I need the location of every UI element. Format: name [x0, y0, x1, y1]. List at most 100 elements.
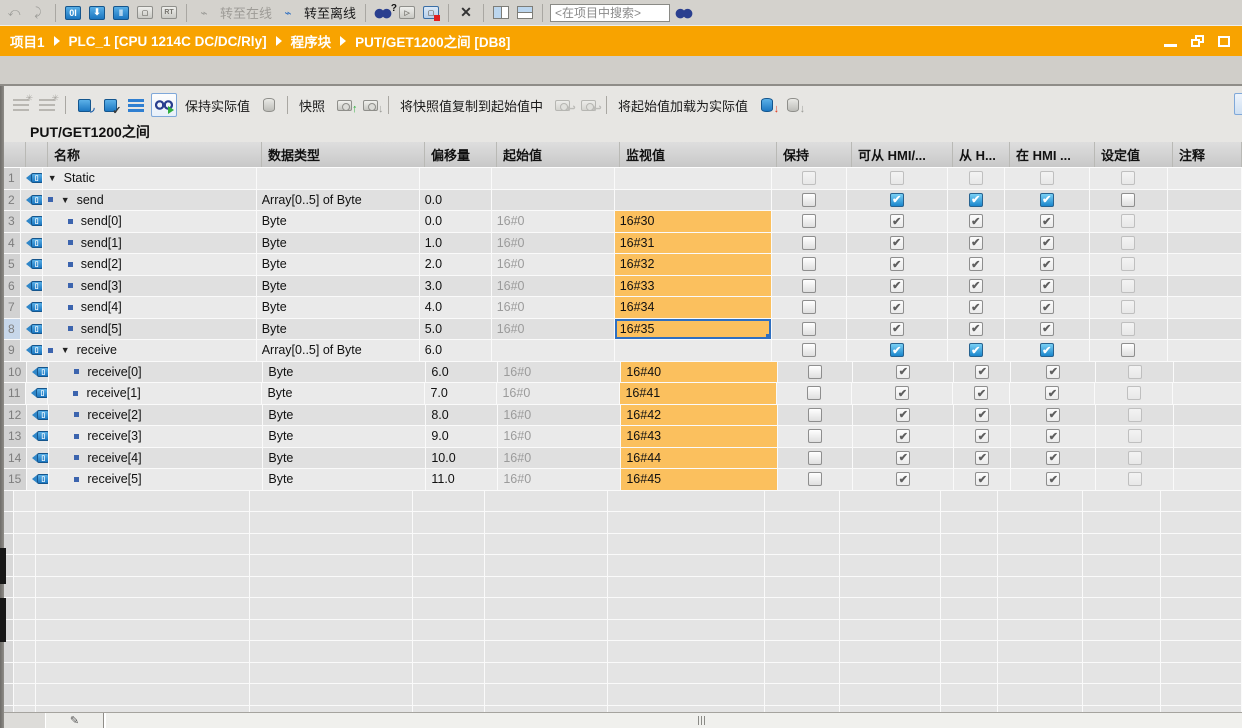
cell-monitor-value[interactable]: 16#31 — [615, 233, 772, 255]
retain-checkbox[interactable] — [802, 300, 816, 314]
hmi-writable-checkbox[interactable]: ✔ — [975, 472, 989, 486]
hmi-accessible-checkbox[interactable]: ✔ — [896, 429, 910, 443]
hmi-accessible-checkbox[interactable]: ✔ — [890, 257, 904, 271]
cell-start-value[interactable]: 16#0 — [498, 405, 621, 427]
expand-collapse-icon[interactable]: ▼ — [61, 195, 70, 205]
retain-checkbox[interactable] — [802, 236, 816, 250]
retain-checkbox[interactable] — [808, 429, 822, 443]
snapshot-download-icon[interactable]: ↓ — [359, 94, 381, 116]
hmi-accessible-checkbox[interactable]: ✔ — [890, 236, 904, 250]
header-name[interactable]: 名称 — [48, 142, 262, 167]
cell-start-value[interactable]: 16#0 — [492, 319, 615, 341]
header-hmi-accessible[interactable]: 可从 HMI/... — [852, 142, 953, 167]
hmi-visible-checkbox[interactable]: ✔ — [1040, 300, 1054, 314]
cell-monitor-value[interactable]: 16#44 — [621, 448, 778, 470]
header-offset[interactable]: 偏移量 — [425, 142, 497, 167]
hmi-visible-checkbox[interactable]: ✔ — [1040, 236, 1054, 250]
retain-checkbox[interactable] — [808, 451, 822, 465]
monitor-all-toggle[interactable] — [151, 93, 177, 117]
hmi-accessible-checkbox[interactable] — [890, 171, 904, 185]
cell-comment[interactable] — [1168, 254, 1242, 276]
cell-name[interactable]: receive[4] — [49, 448, 263, 470]
hmi-accessible-checkbox[interactable]: ✔ — [896, 365, 910, 379]
hmi-accessible-checkbox[interactable]: ✔ — [896, 408, 910, 422]
cell-comment[interactable] — [1168, 233, 1242, 255]
cell-comment[interactable] — [1174, 362, 1242, 384]
cell-datatype[interactable]: Byte — [263, 469, 426, 491]
keep-actual-values-label[interactable]: 保持实际值 — [181, 96, 254, 115]
maximize-icon[interactable] — [1218, 36, 1230, 47]
cell-datatype[interactable]: Byte — [263, 405, 426, 427]
cell-comment[interactable] — [1174, 426, 1242, 448]
cell-comment[interactable] — [1168, 297, 1242, 319]
hmi-accessible-checkbox[interactable]: ✔ — [890, 300, 904, 314]
retain-checkbox[interactable] — [802, 343, 816, 357]
hmi-writable-checkbox[interactable]: ✔ — [975, 451, 989, 465]
download-to-device-icon[interactable]: ⬇ — [87, 3, 107, 23]
cell-name[interactable]: receive[3] — [49, 426, 263, 448]
hmi-accessible-checkbox[interactable]: ✔ — [890, 343, 904, 357]
header-monitor-value[interactable]: 监视值 — [620, 142, 777, 167]
cell-datatype[interactable]: Byte — [263, 362, 426, 384]
hmi-accessible-checkbox[interactable]: ✔ — [890, 193, 904, 207]
setpoint-checkbox[interactable] — [1121, 343, 1135, 357]
breadcrumb-item-db[interactable]: PUT/GET1200之间 [DB8] — [355, 31, 510, 51]
header-setpoint[interactable]: 设定值 — [1095, 142, 1173, 167]
hmi-visible-checkbox[interactable]: ✔ — [1040, 322, 1054, 336]
upload-from-device-icon[interactable]: ‖ — [111, 3, 131, 23]
runtime-icon[interactable]: RT — [159, 3, 179, 23]
cell-start-value[interactable]: 16#0 — [492, 254, 615, 276]
cell-name[interactable]: send[1] — [43, 233, 257, 255]
retain-checkbox[interactable] — [807, 386, 821, 400]
hmi-visible-checkbox[interactable]: ✔ — [1046, 408, 1060, 422]
cell-monitor-value[interactable] — [615, 190, 772, 212]
cell-monitor-value[interactable]: 16#34 — [615, 297, 772, 319]
cell-start-value[interactable]: 16#0 — [492, 211, 615, 233]
header-hmi-visible[interactable]: 在 HMI ... — [1010, 142, 1095, 167]
setpoint-checkbox[interactable] — [1128, 408, 1142, 422]
hmi-accessible-checkbox[interactable]: ✔ — [896, 472, 910, 486]
setpoint-checkbox[interactable] — [1121, 193, 1135, 207]
hmi-writable-checkbox[interactable]: ✔ — [974, 386, 988, 400]
hmi-writable-checkbox[interactable]: ✔ — [975, 365, 989, 379]
setpoint-checkbox[interactable] — [1121, 322, 1135, 336]
cell-datatype[interactable]: Byte — [263, 426, 426, 448]
hmi-visible-checkbox[interactable]: ✔ — [1046, 429, 1060, 443]
minimize-icon[interactable] — [1164, 44, 1177, 47]
cell-comment[interactable] — [1174, 448, 1242, 470]
go-offline-icon[interactable]: ⌁ — [278, 3, 298, 23]
cell-name[interactable]: send[3] — [43, 276, 257, 298]
cell-datatype[interactable]: Byte — [257, 211, 420, 233]
hmi-visible-checkbox[interactable]: ✔ — [1040, 193, 1054, 207]
horizontal-scrollbar[interactable] — [104, 713, 1242, 728]
cell-start-value[interactable] — [492, 190, 615, 212]
cell-comment[interactable] — [1168, 190, 1242, 212]
cell-monitor-value[interactable] — [615, 340, 772, 362]
retain-checkbox[interactable] — [808, 472, 822, 486]
cell-name[interactable]: send[2] — [43, 254, 257, 276]
cell-datatype[interactable]: Byte — [262, 383, 425, 405]
load-start-values-icon[interactable]: ↓ — [756, 94, 778, 116]
header-hmi-writable[interactable]: 从 H... — [953, 142, 1010, 167]
cell-name[interactable]: ▼receive — [43, 340, 257, 362]
breadcrumb-item-project[interactable]: 项目1 — [10, 31, 45, 51]
apply-changes-icon[interactable]: ✓ — [99, 94, 121, 116]
setpoint-checkbox[interactable] — [1121, 279, 1135, 293]
cell-monitor-value[interactable]: 16#32 — [615, 254, 772, 276]
setpoint-checkbox[interactable] — [1121, 300, 1135, 314]
diagnostics-icon[interactable]: ? — [373, 3, 393, 23]
hmi-accessible-checkbox[interactable]: ✔ — [896, 451, 910, 465]
cell-start-value[interactable]: 16#0 — [492, 233, 615, 255]
hmi-writable-checkbox[interactable]: ✔ — [969, 257, 983, 271]
header-comment[interactable]: 注释 — [1173, 142, 1242, 167]
retain-checkbox[interactable] — [808, 408, 822, 422]
keep-actual-values-icon[interactable]: ◞ — [73, 94, 95, 116]
retain-checkbox[interactable] — [802, 322, 816, 336]
start-simulation-icon[interactable]: 0I — [63, 3, 83, 23]
cell-start-value[interactable]: 16#0 — [497, 383, 620, 405]
add-row-icon[interactable]: ✳ — [36, 94, 58, 116]
cell-monitor-value[interactable]: 16#43 — [621, 426, 778, 448]
cell-start-value[interactable]: 16#0 — [498, 448, 621, 470]
load-start-values-all-icon[interactable]: ↓ — [782, 94, 804, 116]
snapshot-label[interactable]: 快照 — [295, 96, 329, 115]
